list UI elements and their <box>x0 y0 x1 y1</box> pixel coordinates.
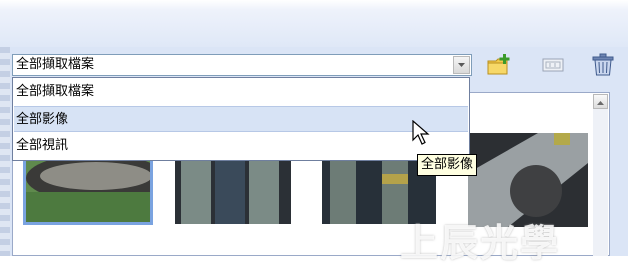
dropdown-option-all-images[interactable]: 全部影像 <box>14 106 468 132</box>
vertical-scrollbar[interactable] <box>593 94 608 256</box>
tooltip: 全部影像 <box>417 154 478 176</box>
thumbnail-1[interactable] <box>23 155 153 225</box>
delete-button[interactable] <box>591 52 617 78</box>
photo-thumbnail <box>26 158 150 222</box>
dropdown-option-all-videos[interactable]: 全部視訊 <box>14 133 468 159</box>
filter-dropdown-list: 全部擷取檔案 全部影像 全部視訊 <box>12 77 470 161</box>
new-folder-button[interactable] <box>486 52 512 78</box>
chevron-up-icon <box>597 101 604 105</box>
new-folder-icon <box>487 54 510 75</box>
trash-icon <box>592 53 614 76</box>
left-edge-strip <box>0 47 10 256</box>
scroll-up-button[interactable] <box>593 94 608 109</box>
mouse-cursor-icon <box>412 119 432 152</box>
chevron-down-icon <box>458 63 465 67</box>
rename-icon <box>542 58 564 72</box>
thumbnail-2[interactable] <box>175 158 291 224</box>
photo-thumbnail <box>175 158 291 224</box>
watermark-text: 上辰光學 <box>400 220 561 265</box>
filter-selected-value: 全部擷取檔案 <box>16 57 95 72</box>
dropdown-option-all-captures[interactable]: 全部擷取檔案 <box>14 79 468 105</box>
combo-dropdown-button[interactable] <box>453 56 470 74</box>
filter-combobox[interactable]: 全部擷取檔案 <box>12 54 472 76</box>
rename-button[interactable] <box>542 55 568 81</box>
